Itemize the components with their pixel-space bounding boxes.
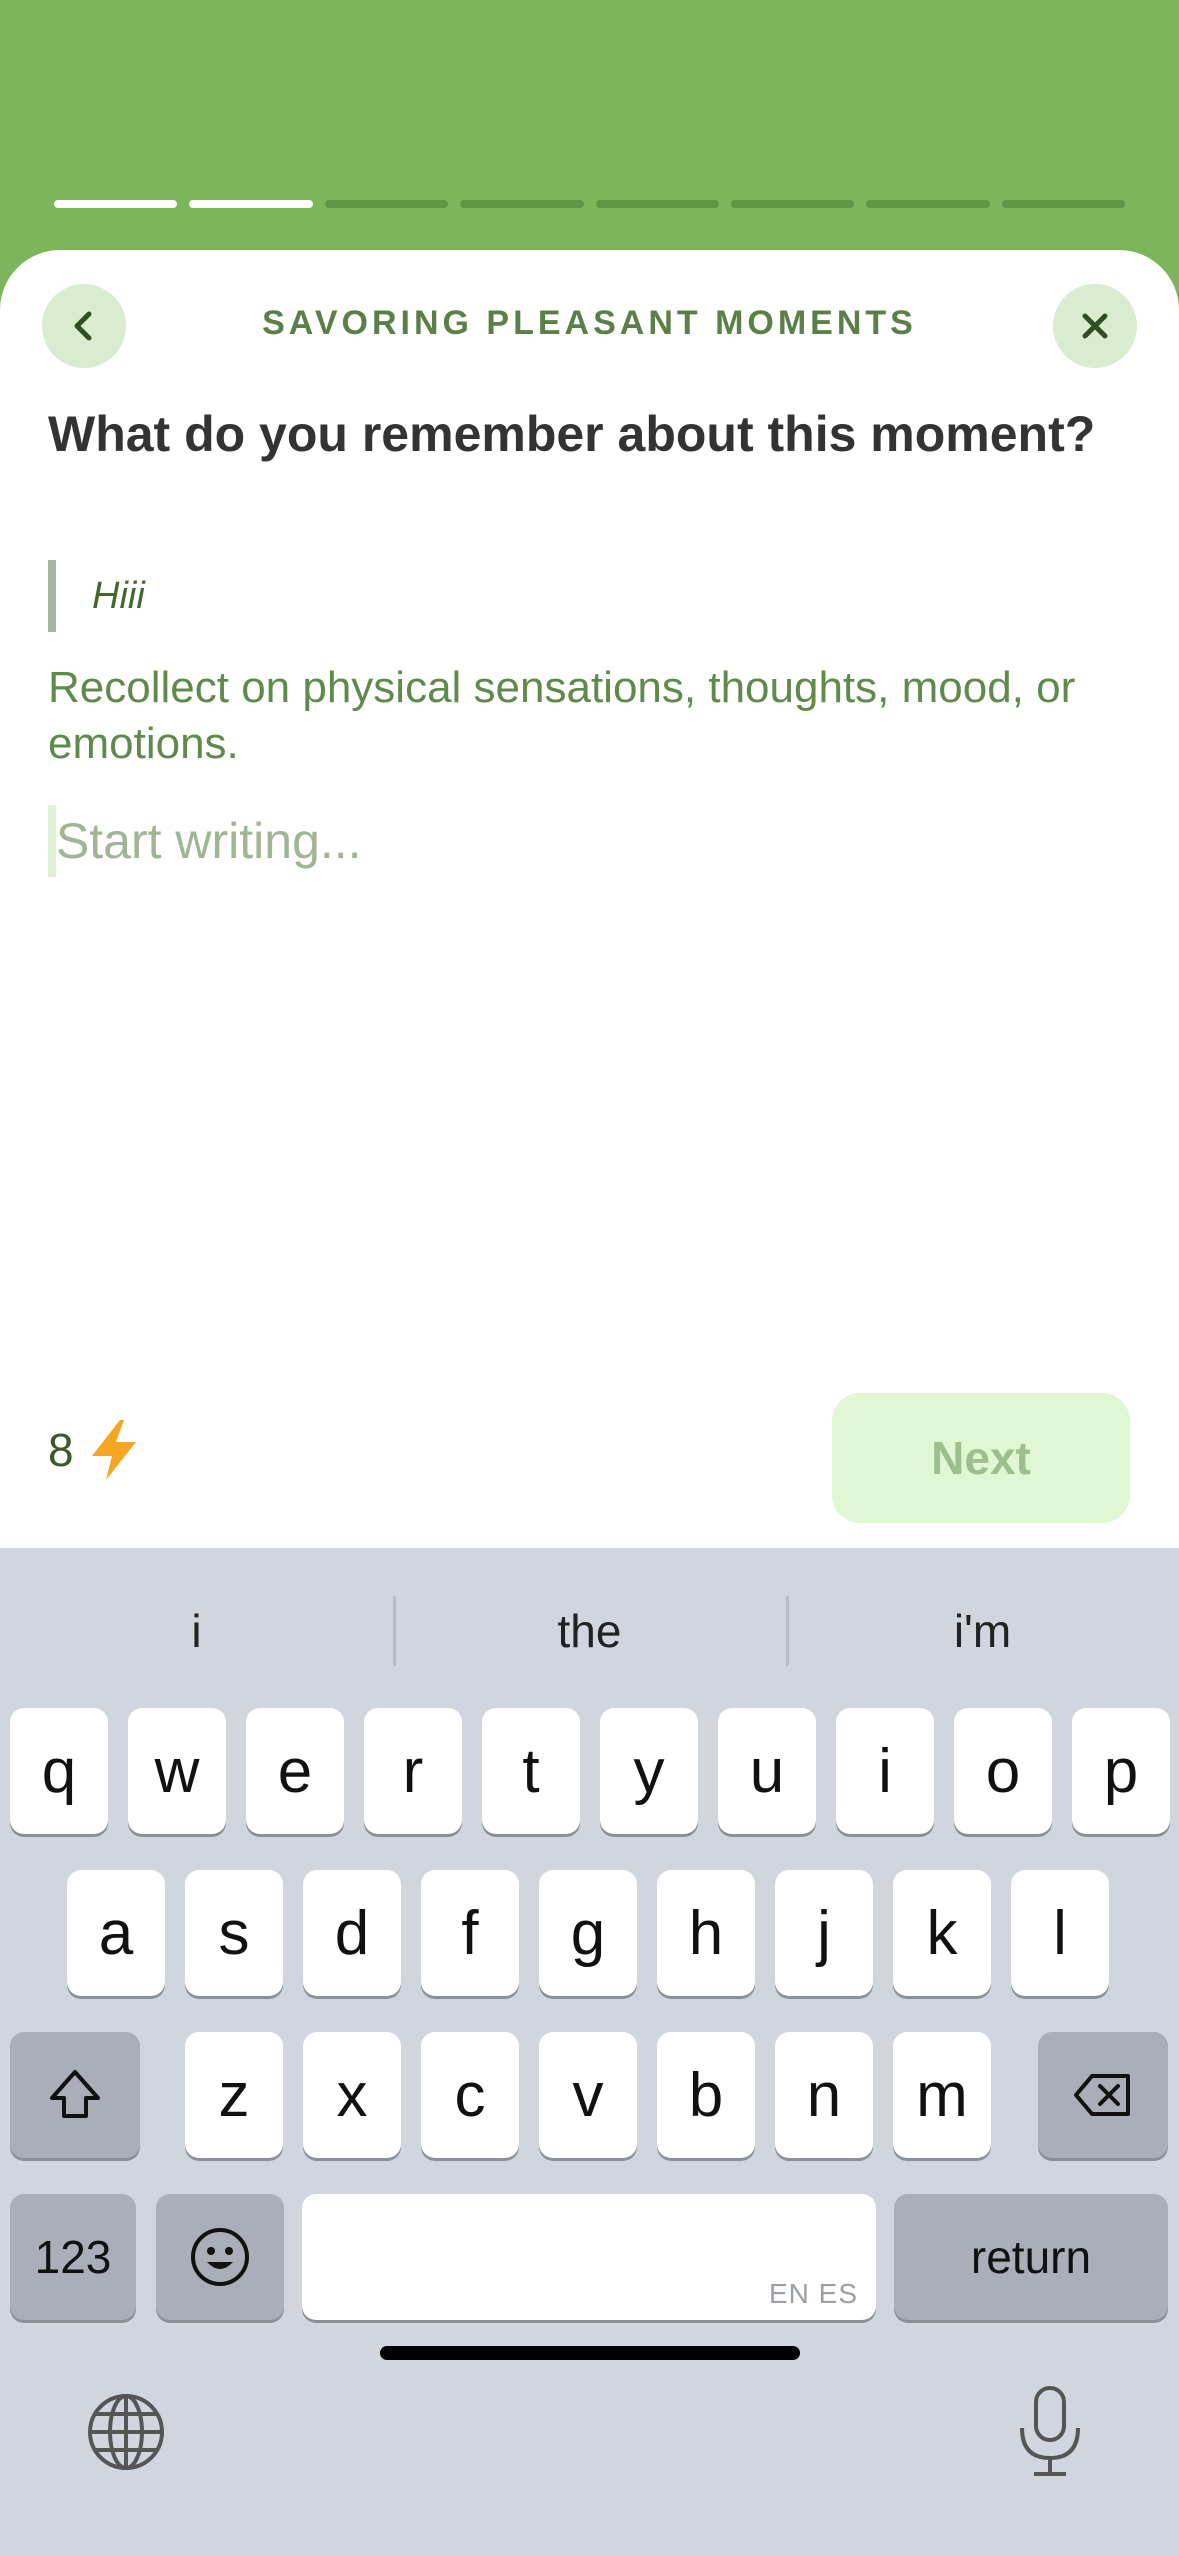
back-button[interactable]: [42, 284, 126, 368]
prompt-hint: Recollect on physical sensations, though…: [48, 663, 1076, 768]
shift-icon: [50, 2070, 100, 2118]
key-p[interactable]: p: [1072, 1708, 1170, 1834]
globe-icon[interactable]: [84, 2390, 168, 2474]
key-w[interactable]: w: [128, 1708, 226, 1834]
suggestion-item[interactable]: i: [0, 1586, 393, 1676]
progress-segment: [54, 200, 178, 208]
key-r[interactable]: r: [364, 1708, 462, 1834]
progress-segment: [460, 200, 584, 208]
key-k[interactable]: k: [893, 1870, 991, 1996]
text-caret: [48, 805, 56, 877]
page-title: SAVORING PLEASANT MOMENTS: [262, 304, 917, 342]
key-a[interactable]: a: [67, 1870, 165, 1996]
progress-segment: [730, 200, 855, 208]
suggestion-item[interactable]: i'm: [786, 1586, 1179, 1676]
key-o[interactable]: o: [954, 1708, 1052, 1834]
progress-bar: [54, 200, 1125, 208]
key-g[interactable]: g: [539, 1870, 637, 1996]
key-x[interactable]: x: [303, 2032, 401, 2158]
backspace-key[interactable]: [1038, 2032, 1168, 2158]
progress-segment: [189, 200, 313, 208]
key-b[interactable]: b: [657, 2032, 755, 2158]
suggestion-bar: i the i'm: [0, 1586, 1179, 1676]
previous-answer-quote: Hiii: [48, 560, 1131, 632]
key-i[interactable]: i: [836, 1708, 934, 1834]
key-y[interactable]: y: [600, 1708, 698, 1834]
key-c[interactable]: c: [421, 2032, 519, 2158]
return-key[interactable]: return: [894, 2194, 1168, 2320]
close-icon: [1082, 313, 1108, 339]
key-e[interactable]: e: [246, 1708, 344, 1834]
suggestion-item[interactable]: the: [393, 1586, 786, 1676]
close-button[interactable]: [1053, 284, 1137, 368]
key-z[interactable]: z: [185, 2032, 283, 2158]
space-key[interactable]: EN ES: [302, 2194, 876, 2320]
chevron-left-icon: [74, 311, 92, 341]
key-j[interactable]: j: [775, 1870, 873, 1996]
key-h[interactable]: h: [657, 1870, 755, 1996]
quote-text: Hiii: [92, 574, 145, 617]
emoji-key[interactable]: [156, 2194, 284, 2320]
journal-editor[interactable]: [48, 805, 1131, 877]
progress-segment: [1001, 200, 1125, 208]
exercise-sheet: SAVORING PLEASANT MOMENTS What do you re…: [0, 250, 1179, 1550]
microphone-icon[interactable]: [1010, 2384, 1090, 2480]
key-v[interactable]: v: [539, 2032, 637, 2158]
progress-segment: [866, 200, 990, 208]
key-n[interactable]: n: [775, 2032, 873, 2158]
progress-segment: [595, 200, 719, 208]
journal-input[interactable]: [55, 812, 1131, 870]
lightning-bolt-icon: [91, 1420, 136, 1480]
points-counter: 8: [48, 1418, 144, 1482]
key-l[interactable]: l: [1011, 1870, 1109, 1996]
key-s[interactable]: s: [185, 1870, 283, 1996]
key-q[interactable]: q: [10, 1708, 108, 1834]
home-indicator[interactable]: [380, 2346, 800, 2360]
key-t[interactable]: t: [482, 1708, 580, 1834]
points-value: 8: [48, 1424, 74, 1476]
key-m[interactable]: m: [893, 2032, 991, 2158]
progress-segment: [324, 200, 449, 208]
question-heading: What do you remember about this moment?: [48, 406, 1096, 462]
backspace-icon: [1074, 2074, 1130, 2116]
next-button[interactable]: Next: [832, 1393, 1130, 1523]
key-u[interactable]: u: [718, 1708, 816, 1834]
numbers-key[interactable]: 123: [10, 2194, 136, 2320]
key-f[interactable]: f: [421, 1870, 519, 1996]
key-d[interactable]: d: [303, 1870, 401, 1996]
shift-key[interactable]: [10, 2032, 140, 2158]
space-language-tag: EN ES: [768, 2278, 858, 2309]
system-keyboard: i the i'm q w e r t y u i o p a s d f g h j k l z x c v b n m 123 EN …: [0, 1548, 1179, 2556]
emoji-icon: [191, 2228, 249, 2286]
